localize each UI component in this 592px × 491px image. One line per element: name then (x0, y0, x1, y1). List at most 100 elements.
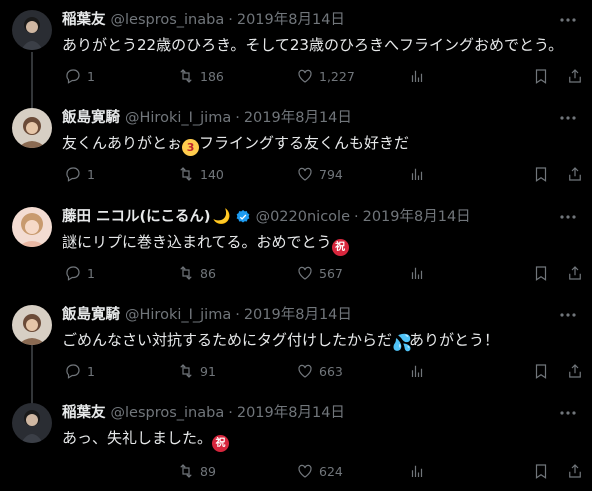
separator-dot: · (354, 209, 359, 225)
reply-button[interactable]: 1 (64, 263, 95, 283)
tweet-text: あっ、失礼しました。祝 (62, 428, 230, 452)
retweet-button[interactable]: 186 (177, 66, 224, 86)
avatar[interactable] (12, 305, 52, 345)
more-icon[interactable] (558, 108, 578, 128)
tweet-text-part: あっ、失礼しました。 (62, 429, 213, 447)
tweet-text-part: 謎にリプに巻き込まれてる。おめでとう (62, 233, 332, 251)
user-handle[interactable]: @lespros_inaba (111, 403, 225, 423)
separator-dot: · (228, 405, 233, 421)
reply-button[interactable]: 1 (64, 361, 95, 381)
bookmark-icon (535, 69, 547, 84)
reply-button[interactable]: 1 (64, 164, 95, 184)
more-icon[interactable] (558, 207, 578, 227)
like-button[interactable]: 794 (296, 164, 343, 184)
display-name[interactable]: 飯島寛騎 (62, 305, 120, 325)
user-handle[interactable]: @0220nicole (256, 207, 350, 227)
tweet-date[interactable]: 2019年8月14日 (244, 305, 352, 325)
retweet-count: 89 (200, 463, 216, 479)
tweet-header: 稲葉友 @lespros_inaba · 2019年8月14日 (62, 403, 345, 423)
views-icon (411, 365, 423, 377)
tweet[interactable]: 藤田 ニコル(にこるん) 🌙 @0220nicole · 2019年8月14日 … (0, 207, 592, 287)
bookmark-button[interactable] (532, 263, 550, 283)
views-icon (411, 70, 423, 82)
avatar[interactable] (12, 403, 52, 443)
share-icon (569, 464, 581, 478)
views-button[interactable] (408, 66, 426, 86)
sweat-droplets-emoji: 💦 (392, 333, 412, 352)
retweet-icon (180, 364, 192, 378)
reply-icon (66, 364, 80, 379)
crescent-moon-icon: 🌙 (212, 209, 231, 225)
retweet-count: 186 (200, 68, 224, 84)
like-button[interactable]: 624 (296, 461, 343, 481)
separator-dot: · (235, 307, 240, 323)
user-handle[interactable]: @lespros_inaba (111, 10, 225, 30)
share-button[interactable] (566, 66, 584, 86)
display-name[interactable]: 稲葉友 (62, 10, 106, 30)
like-button[interactable]: 663 (296, 361, 343, 381)
avatar[interactable] (12, 108, 52, 148)
share-button[interactable] (566, 361, 584, 381)
views-icon (411, 465, 423, 477)
like-button[interactable]: 1,227 (296, 66, 355, 86)
retweet-icon (180, 266, 192, 280)
tweet-header: 藤田 ニコル(にこるん) 🌙 @0220nicole · 2019年8月14日 (62, 207, 471, 227)
bookmark-button[interactable] (532, 461, 550, 481)
like-count: 624 (319, 463, 343, 479)
display-name[interactable]: 稲葉友 (62, 403, 106, 423)
like-count: 1,227 (319, 68, 355, 84)
kissing-face-emoji: 3 (182, 139, 200, 156)
share-button[interactable] (566, 263, 584, 283)
bookmark-button[interactable] (532, 66, 550, 86)
display-name[interactable]: 飯島寛騎 (62, 108, 120, 128)
tweet-date[interactable]: 2019年8月14日 (363, 207, 471, 227)
action-bar: 1 140 794 (58, 164, 592, 184)
share-button[interactable] (566, 164, 584, 184)
tweet[interactable]: 稲葉友 @lespros_inaba · 2019年8月14日 ありがとう22歳… (0, 10, 592, 90)
tweet[interactable]: 飯島寛騎 @Hiroki_I_jima · 2019年8月14日 友くんありがと… (0, 108, 592, 188)
like-button[interactable]: 567 (296, 263, 343, 283)
views-button[interactable] (408, 361, 426, 381)
bookmark-icon (535, 167, 547, 182)
separator-dot: · (228, 12, 233, 28)
share-icon (569, 266, 581, 280)
tweet-date[interactable]: 2019年8月14日 (244, 108, 352, 128)
heart-icon (298, 364, 312, 378)
more-icon[interactable] (558, 305, 578, 325)
like-count: 794 (319, 166, 343, 182)
retweet-count: 91 (200, 363, 216, 379)
more-icon[interactable] (558, 10, 578, 30)
heart-icon (298, 266, 312, 280)
tweet-text-part: ありがとう！ (409, 331, 500, 349)
more-icon[interactable] (558, 403, 578, 423)
views-button[interactable] (408, 263, 426, 283)
tweet-text-part: ごめんなさい対抗するためにタグ付けしたからだ (62, 331, 393, 349)
tweet-date[interactable]: 2019年8月14日 (237, 10, 345, 30)
views-button[interactable] (408, 164, 426, 184)
separator-dot: · (235, 110, 240, 126)
user-handle[interactable]: @Hiroki_I_jima (125, 305, 231, 325)
user-handle[interactable]: @Hiroki_I_jima (125, 108, 231, 128)
reply-button[interactable]: 1 (64, 66, 95, 86)
tweet-date[interactable]: 2019年8月14日 (237, 403, 345, 423)
retweet-icon (180, 69, 192, 83)
avatar[interactable] (12, 207, 52, 247)
tweet[interactable]: 稲葉友 @lespros_inaba · 2019年8月14日 あっ、失礼しまし… (0, 403, 592, 483)
tweet-text-part: 友くんありがとぉ (62, 134, 183, 152)
share-button[interactable] (566, 461, 584, 481)
bookmark-button[interactable] (532, 361, 550, 381)
retweet-button[interactable]: 91 (177, 361, 216, 381)
retweet-button[interactable]: 140 (177, 164, 224, 184)
retweet-count: 140 (200, 166, 224, 182)
retweet-button[interactable]: 89 (177, 461, 216, 481)
views-button[interactable] (408, 461, 426, 481)
share-icon (569, 69, 581, 83)
retweet-button[interactable]: 86 (177, 263, 216, 283)
display-name[interactable]: 藤田 ニコル(にこるん) (62, 207, 211, 227)
tweet-header: 飯島寛騎 @Hiroki_I_jima · 2019年8月14日 (62, 305, 352, 325)
tweet[interactable]: 飯島寛騎 @Hiroki_I_jima · 2019年8月14日 ごめんなさい対… (0, 305, 592, 385)
like-count: 567 (319, 265, 343, 281)
tweet-text: 友くんありがとぉ 3 フライングする友くんも好きだ (62, 133, 409, 156)
bookmark-button[interactable] (532, 164, 550, 184)
avatar[interactable] (12, 10, 52, 50)
